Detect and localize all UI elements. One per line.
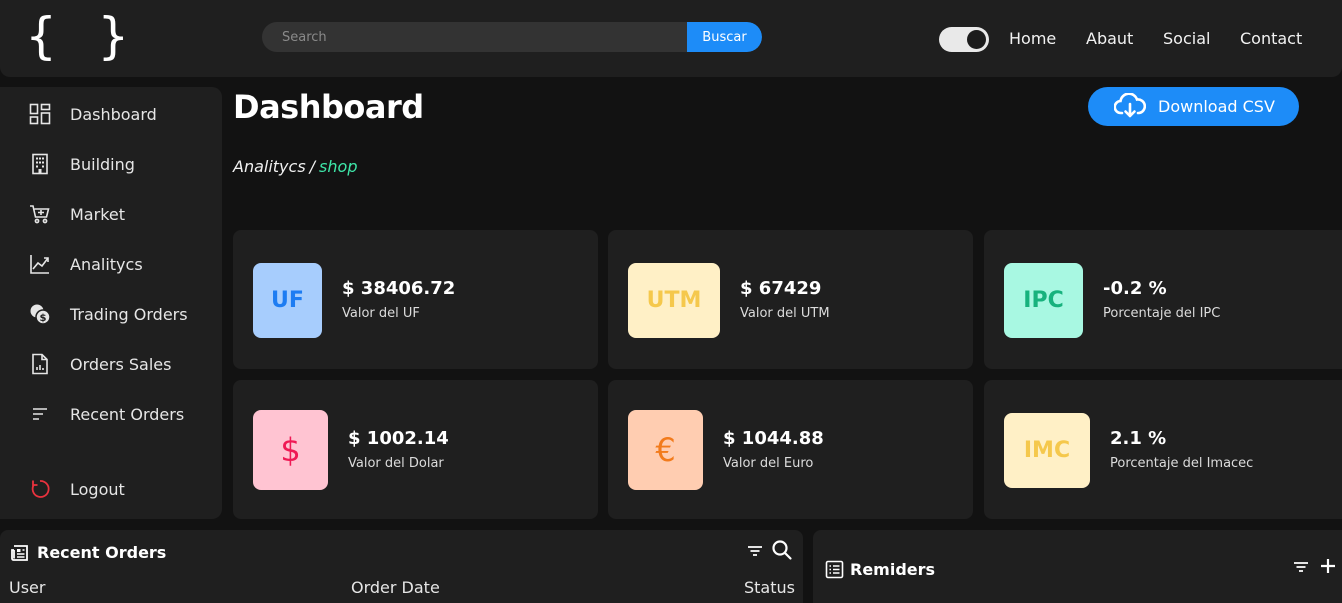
cart-icon	[28, 202, 52, 226]
search-button[interactable]: Buscar	[687, 22, 762, 52]
logo[interactable]: { }	[26, 6, 134, 66]
card-value: 2.1 %	[1110, 428, 1167, 449]
card-imacec: IMC 2.1 % Porcentaje del Imacec	[984, 380, 1342, 519]
theme-toggle[interactable]	[939, 27, 989, 52]
breadcrumb-current: shop	[319, 157, 358, 176]
nav-about[interactable]: Abaut	[1086, 29, 1133, 49]
nav-social[interactable]: Social	[1163, 29, 1210, 49]
card-value: $ 38406.72	[342, 278, 456, 299]
search-bar: Buscar	[262, 22, 762, 52]
uf-badge: UF	[253, 263, 322, 338]
sidebar-item-analitycs[interactable]: Analitycs	[28, 251, 143, 277]
card-value: $ 67429	[740, 278, 822, 299]
sidebar-item-label: Logout	[70, 479, 125, 499]
ipc-badge: IPC	[1004, 263, 1083, 338]
coins-icon: $	[28, 302, 52, 326]
sidebar-item-trading-orders[interactable]: $ Trading Orders	[28, 301, 188, 327]
sidebar-item-building[interactable]: Building	[28, 151, 135, 177]
chart-line-icon	[28, 252, 52, 276]
sidebar: Dashboard Building Market Analitycs $ Tr…	[0, 87, 222, 519]
sidebar-item-label: Analitycs	[70, 254, 143, 274]
sidebar-item-logout[interactable]: Logout	[28, 476, 125, 502]
svg-text:$: $	[40, 313, 47, 324]
add-icon[interactable]	[1318, 556, 1338, 580]
card-value: $ 1044.88	[723, 428, 824, 449]
card-label: Porcentaje del IPC	[1103, 306, 1221, 321]
breadcrumb-separator: /	[309, 157, 316, 176]
download-csv-label: Download CSV	[1158, 97, 1275, 116]
breadcrumb: Analitycs / shop	[233, 157, 357, 176]
sidebar-item-label: Market	[70, 204, 125, 224]
sidebar-item-label: Orders Sales	[70, 354, 172, 374]
top-bar: { } Buscar Home Abaut Social Contact	[0, 0, 1342, 77]
filter-icon[interactable]	[1292, 558, 1310, 580]
breadcrumb-section[interactable]: Analitycs	[233, 157, 306, 176]
imc-badge: IMC	[1004, 413, 1090, 488]
sidebar-item-label: Dashboard	[70, 104, 157, 124]
sidebar-item-recent-orders[interactable]: Recent Orders	[28, 401, 184, 427]
dashboard-icon	[28, 102, 52, 126]
sidebar-item-orders-sales[interactable]: Orders Sales	[28, 351, 171, 377]
sidebar-item-dashboard[interactable]: Dashboard	[28, 101, 157, 127]
card-euro: € $ 1044.88 Valor del Euro	[608, 380, 973, 519]
card-uf: UF $ 38406.72 Valor del UF	[233, 230, 598, 369]
cloud-download-icon	[1113, 92, 1147, 122]
reminders-panel: Remiders	[813, 530, 1342, 603]
reminders-title: Remiders	[850, 560, 936, 579]
utm-badge: UTM	[628, 263, 720, 338]
building-icon	[28, 152, 52, 176]
filter-icon[interactable]	[746, 542, 764, 564]
list-icon	[825, 560, 844, 583]
download-csv-button[interactable]: Download CSV	[1088, 87, 1299, 126]
page-title: Dashboard	[233, 88, 424, 126]
power-icon	[28, 477, 52, 501]
sidebar-item-label: Building	[70, 154, 135, 174]
column-status[interactable]: Status	[744, 578, 795, 597]
dollar-icon: $	[253, 410, 328, 490]
card-utm: UTM $ 67429 Valor del UTM	[608, 230, 973, 369]
search-icon[interactable]	[771, 539, 793, 565]
card-value: $ 1002.14	[348, 428, 449, 449]
card-dolar: $ $ 1002.14 Valor del Dolar	[233, 380, 598, 519]
report-icon	[28, 352, 52, 376]
sidebar-item-label: Trading Orders	[70, 304, 188, 324]
sidebar-item-market[interactable]: Market	[28, 201, 125, 227]
card-label: Valor del Euro	[723, 456, 814, 471]
column-user[interactable]: User	[9, 578, 45, 597]
card-label: Valor del UF	[342, 306, 420, 321]
card-ipc: IPC -0.2 % Porcentaje del IPC	[984, 230, 1342, 369]
card-label: Valor del UTM	[740, 306, 830, 321]
sort-icon	[28, 402, 52, 426]
card-label: Valor del Dolar	[348, 456, 444, 471]
nav-contact[interactable]: Contact	[1240, 29, 1302, 49]
news-icon	[10, 543, 30, 567]
toggle-knob	[967, 30, 986, 49]
column-order-date[interactable]: Order Date	[351, 578, 440, 597]
card-value: -0.2 %	[1103, 278, 1167, 299]
euro-icon: €	[628, 410, 703, 490]
recent-orders-title: Recent Orders	[37, 543, 167, 562]
search-input[interactable]	[262, 22, 687, 52]
nav-home[interactable]: Home	[1009, 29, 1056, 49]
card-label: Porcentaje del Imacec	[1110, 456, 1254, 471]
sidebar-item-label: Recent Orders	[70, 404, 185, 424]
